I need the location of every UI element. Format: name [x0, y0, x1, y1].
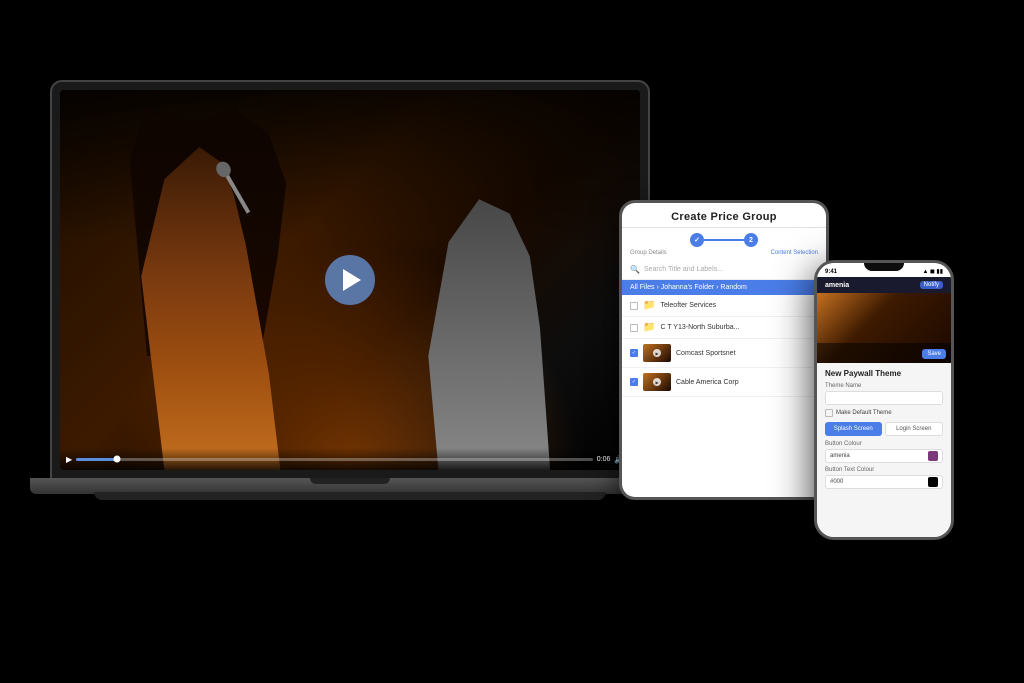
- breadcrumb-bar: All Files › Johanna's Folder › Random: [622, 280, 826, 295]
- progress-fill: [76, 458, 117, 461]
- phone-header: amenia Notify: [817, 277, 951, 293]
- progress-bar[interactable]: [76, 458, 593, 461]
- file-name-1: Teleofter Services: [660, 302, 818, 309]
- video-controls-bar: ▶ 0:06 🔊 ⛶: [60, 448, 640, 470]
- laptop-notch: [310, 478, 390, 484]
- phone-screen: 9:41 ▲ ◼ ▮▮ amenia Notify Save New Paywa…: [817, 263, 951, 537]
- login-screen-tab[interactable]: Login Screen: [885, 422, 944, 436]
- text-colour-preview: [928, 477, 938, 487]
- tablet-page-title: Create Price Group: [632, 211, 816, 223]
- phone-notch: [864, 263, 904, 271]
- step-2-circle: 2: [744, 233, 758, 247]
- time-display: 0:06: [597, 456, 611, 463]
- button-text-colour-dropdown[interactable]: #000: [825, 475, 943, 489]
- phone-status-icons: ▲ ◼ ▮▮: [922, 268, 943, 275]
- step-connector: [704, 239, 744, 241]
- step-1-label: Group Details: [630, 250, 667, 256]
- button-colour-value: amenia: [830, 453, 850, 459]
- file-list: 📁 Teleofter Services 📁 C T Y13-North Sub…: [622, 295, 826, 497]
- file-item-2[interactable]: 📁 C T Y13-North Suburba...: [622, 317, 826, 339]
- thumb-play-icon-2: ▶: [653, 378, 661, 386]
- button-text-colour-value: #000: [830, 479, 843, 485]
- search-input[interactable]: Search Title and Labels...: [644, 266, 723, 273]
- laptop-device: ▶ 0:06 🔊 ⛶: [50, 80, 650, 600]
- thumb-play-icon: ▶: [653, 349, 661, 357]
- file-checkbox-1[interactable]: [630, 302, 638, 310]
- file-checkbox-4[interactable]: [630, 378, 638, 386]
- play-button[interactable]: [325, 255, 375, 305]
- file-item-3[interactable]: ▶ Comcast Sportsnet: [622, 339, 826, 368]
- button-colour-label: Button Colour: [825, 441, 943, 447]
- file-thumbnail-3: ▶: [643, 344, 671, 362]
- phone-device: 9:41 ▲ ◼ ▮▮ amenia Notify Save New Paywa…: [814, 260, 954, 540]
- steps-progress-bar: ✓ 2: [622, 228, 826, 250]
- file-item-4[interactable]: ▶ Cable America Corp: [622, 368, 826, 397]
- steps-labels: Group Details Content Selection: [622, 250, 826, 260]
- phone-time: 9:41: [825, 269, 837, 275]
- concert-background: ▶ 0:06 🔊 ⛶: [60, 90, 640, 470]
- splash-screen-tab[interactable]: Splash Screen: [825, 422, 882, 436]
- laptop-body: ▶ 0:06 🔊 ⛶: [50, 80, 650, 480]
- screen-tabs: Splash Screen Login Screen: [825, 422, 943, 436]
- phone-header-title: amenia: [825, 282, 849, 289]
- button-text-colour-label: Button Text Colour: [825, 467, 943, 473]
- search-icon: 🔍: [630, 265, 640, 274]
- phone-notify-button[interactable]: Notify: [920, 281, 943, 289]
- tablet-screen: Create Price Group ✓ 2 Group Details Con…: [622, 203, 826, 497]
- phone-save-button[interactable]: Save: [922, 349, 946, 359]
- play-pause-button[interactable]: ▶: [66, 455, 72, 464]
- search-bar[interactable]: 🔍 Search Title and Labels...: [622, 260, 826, 280]
- file-thumbnail-4: ▶: [643, 373, 671, 391]
- theme-name-input[interactable]: [825, 391, 943, 405]
- file-name-4: Cable America Corp: [676, 379, 818, 386]
- phone-video-thumbnail[interactable]: Save: [817, 293, 951, 363]
- file-checkbox-3[interactable]: [630, 349, 638, 357]
- theme-name-label: Theme Name: [825, 383, 943, 389]
- file-checkbox-2[interactable]: [630, 324, 638, 332]
- file-item-1[interactable]: 📁 Teleofter Services: [622, 295, 826, 317]
- progress-thumb[interactable]: [114, 456, 121, 463]
- folder-icon-2: 📁: [643, 322, 655, 333]
- phone-form-area: New Paywall Theme Theme Name Make Defaul…: [817, 363, 951, 537]
- colour-preview: [928, 451, 938, 461]
- default-theme-row[interactable]: Make Default Theme: [825, 409, 943, 417]
- main-scene: ▶ 0:06 🔊 ⛶ Create Pri: [0, 0, 1024, 683]
- button-colour-dropdown[interactable]: amenia: [825, 449, 943, 463]
- default-theme-label: Make Default Theme: [836, 410, 892, 416]
- breadcrumb-text: All Files › Johanna's Folder › Random: [630, 284, 747, 291]
- laptop-screen: ▶ 0:06 🔊 ⛶: [60, 90, 640, 470]
- laptop-base: [30, 478, 670, 494]
- step-1-circle: ✓: [690, 233, 704, 247]
- file-name-2: C T Y13-North Suburba...: [660, 324, 818, 331]
- phone-section-title: New Paywall Theme: [825, 369, 943, 378]
- step-2-label: Content Selection: [771, 250, 818, 256]
- tablet-device: Create Price Group ✓ 2 Group Details Con…: [619, 200, 829, 500]
- folder-icon-1: 📁: [643, 300, 655, 311]
- file-name-3: Comcast Sportsnet: [676, 350, 818, 357]
- default-theme-checkbox[interactable]: [825, 409, 833, 417]
- tablet-header: Create Price Group: [622, 203, 826, 228]
